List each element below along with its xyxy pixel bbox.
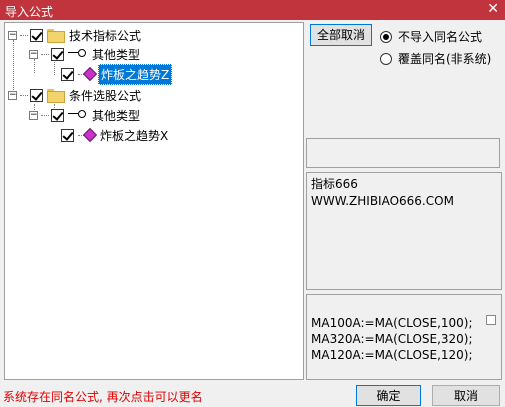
group-checkbox[interactable] [30,28,43,42]
formula-checkbox[interactable] [61,128,74,142]
group-label[interactable]: 技术指标公式 [67,26,143,45]
radio-button[interactable] [380,52,392,65]
close-icon[interactable]: ✕ [487,1,499,17]
code-line: MA100A:=MA(CLOSE,100); [311,316,473,330]
radio-no-import[interactable]: 不导入同名公式 [380,28,482,45]
group-checkbox[interactable] [30,88,43,102]
small-checkbox[interactable] [486,315,496,325]
status-message: 系统存在同名公式, 再次点击可以更名 [3,390,203,404]
window-title: 导入公式 [5,5,54,19]
radio-label[interactable]: 覆盖同名(非系统) [398,50,491,67]
tree-node-type[interactable]: − 其他类型 [29,45,142,63]
type-checkbox[interactable] [51,108,64,122]
tree-connector [20,94,28,96]
empty-info-box [306,138,500,168]
formula-code-panel[interactable]: MA100A:=MA(CLOSE,100); MA320A:=MA(CLOSE,… [306,294,502,380]
cancel-button[interactable]: 取消 [432,385,500,406]
formula-icon [78,68,96,80]
tree-connector [20,34,28,36]
description-line: WWW.ZHIBIAO666.COM [311,194,454,208]
ok-button[interactable]: 确定 [356,385,421,406]
tree-connector [41,114,49,116]
radio-label[interactable]: 不导入同名公式 [398,28,482,45]
description-panel: 指标666 WWW.ZHIBIAO666.COM [306,172,502,290]
formula-checkbox[interactable] [61,67,74,81]
title-bar: 导入公式 ✕ [0,0,505,20]
radio-overwrite[interactable]: 覆盖同名(非系统) [380,50,491,67]
radio-button[interactable] [380,30,392,43]
deselect-all-button[interactable]: 全部取消 [310,24,372,46]
code-line: MA120A:=MA(CLOSE,120); [311,348,473,362]
tree-node-group-screener[interactable]: − 条件选股公式 [8,86,143,104]
code-line: MA320A:=MA(CLOSE,320); [311,332,473,346]
formula-tree[interactable]: − 技术指标公式 − 其他类型 炸板之趋势Z − 条件选股公式 − 其他类型 炸… [4,22,304,380]
folder-icon [47,29,65,43]
folder-icon [47,89,65,103]
tree-node-formula[interactable]: 炸板之趋势Z [61,63,173,85]
tree-node-group-indicator[interactable]: − 技术指标公式 [8,26,143,44]
key-icon [68,49,86,59]
description-line: 指标666 [311,177,358,191]
collapse-icon[interactable]: − [29,110,38,120]
formula-label[interactable]: 炸板之趋势X [98,126,170,145]
collapse-icon[interactable]: − [8,90,17,100]
type-label[interactable]: 其他类型 [90,45,142,64]
type-checkbox[interactable] [51,47,64,61]
collapse-icon[interactable]: − [29,49,38,59]
type-label[interactable]: 其他类型 [90,106,142,125]
formula-label[interactable]: 炸板之趋势Z [98,63,173,85]
tree-node-formula[interactable]: 炸板之趋势X [61,126,170,144]
tree-node-type[interactable]: − 其他类型 [29,106,142,124]
group-label[interactable]: 条件选股公式 [67,86,143,105]
collapse-icon[interactable]: − [8,30,17,40]
formula-icon [78,129,96,141]
tree-connector [41,53,49,55]
key-icon [68,110,86,120]
